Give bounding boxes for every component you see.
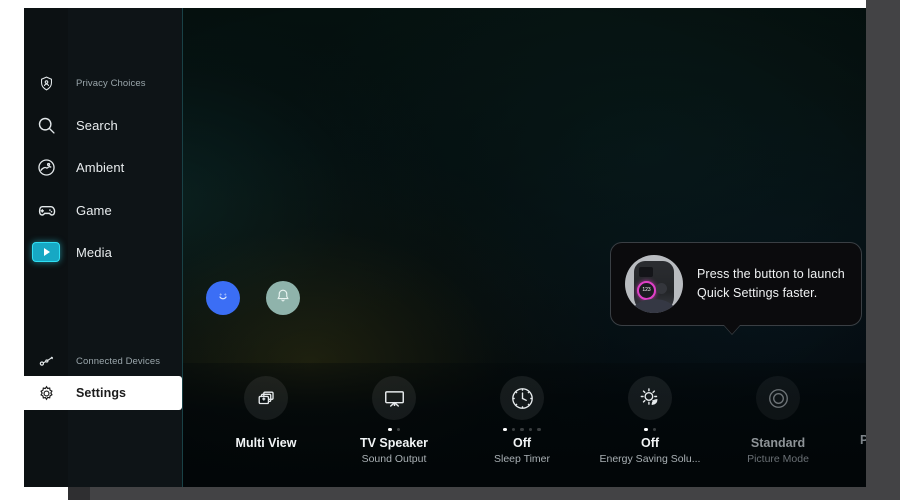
quick-setting-sleep-timer[interactable]: Off Sleep Timer xyxy=(458,376,586,465)
remote-123-button-highlight: 123 xyxy=(637,281,656,300)
page-dot-active xyxy=(388,427,392,432)
page-dot xyxy=(511,427,516,432)
profile-avatar[interactable] xyxy=(206,281,240,315)
page-dot-active xyxy=(644,427,648,432)
bezel-right xyxy=(866,0,900,500)
connected-devices-icon xyxy=(24,352,68,371)
remote-top-panel xyxy=(639,267,653,277)
sidebar-item-search[interactable]: Search xyxy=(24,108,182,142)
remote-power-button xyxy=(656,283,667,294)
page-dot-active xyxy=(503,427,507,432)
page-dot xyxy=(528,427,533,432)
multi-view-icon xyxy=(244,376,288,420)
page-dots xyxy=(644,425,656,434)
page-dots xyxy=(503,425,541,434)
page-dot xyxy=(520,427,524,432)
remote-control-thumbnail-icon: 123 xyxy=(625,255,683,313)
ambient-icon xyxy=(24,157,68,178)
sidebar-item-connected-devices[interactable]: Connected Devices xyxy=(24,344,182,378)
bezel-bottom-left xyxy=(0,487,68,500)
smiley-face-icon xyxy=(214,287,232,310)
media-play-icon xyxy=(24,242,68,262)
sidebar-item-label: Game xyxy=(76,202,112,218)
quick-setting-value: Multi View xyxy=(235,436,297,450)
quick-setting-value: Standard xyxy=(750,436,806,450)
screenshot-root: Privacy Choices Search Ambient Game Medi… xyxy=(0,0,900,500)
quick-setting-sound-output[interactable]: TV Speaker Sound Output xyxy=(330,376,458,465)
bezel-stand-notch xyxy=(68,487,90,500)
bezel-bottom xyxy=(0,487,900,500)
media-badge xyxy=(32,242,60,262)
page-dots xyxy=(388,425,400,434)
quick-setting-caption: Sleep Timer xyxy=(493,453,551,465)
play-triangle-icon xyxy=(44,248,50,256)
sidebar-item-game[interactable]: Game xyxy=(24,193,182,227)
tv-screen: Privacy Choices Search Ambient Game Medi… xyxy=(24,8,866,487)
quick-settings-row: Multi View TV Speaker Sound Output Off S… xyxy=(24,376,866,486)
bell-icon xyxy=(274,287,292,310)
quick-setting-value: TV Speaker xyxy=(359,436,429,450)
quick-setting-value: Off xyxy=(512,436,532,450)
tv-speaker-icon xyxy=(372,376,416,420)
bezel-top xyxy=(24,0,866,8)
clock-icon xyxy=(500,376,544,420)
page-dot xyxy=(652,427,656,432)
sidebar-item-label: Privacy Choices xyxy=(76,77,146,89)
quick-setting-energy-saving[interactable]: Off Energy Saving Solu... xyxy=(586,376,714,465)
sidebar-item-label: Connected Devices xyxy=(76,355,161,367)
privacy-shield-icon xyxy=(24,75,68,92)
game-controller-icon xyxy=(24,199,68,222)
sidebar-item-label: Ambient xyxy=(76,159,125,175)
quick-setting-value: Off xyxy=(640,436,660,450)
quick-setting-picture-mode[interactable]: Standard Picture Mode xyxy=(714,376,842,465)
sidebar-item-ambient[interactable]: Ambient xyxy=(24,150,182,184)
energy-saving-icon xyxy=(628,376,672,420)
sidebar-item-privacy-choices[interactable]: Privacy Choices xyxy=(24,66,182,100)
picture-mode-icon xyxy=(756,376,800,420)
sidebar-item-label: Media xyxy=(76,244,112,260)
remote-123-label: 123 xyxy=(642,287,651,293)
notifications-button[interactable] xyxy=(266,281,300,315)
quick-setting-caption: Energy Saving Solu... xyxy=(599,453,701,465)
quick-setting-multi-view[interactable]: Multi View xyxy=(202,376,330,453)
tooltip-pointer xyxy=(724,325,740,334)
tooltip-text: Press the button to launch Quick Setting… xyxy=(697,266,845,300)
quick-setting-caption: Sound Output xyxy=(361,453,427,465)
sidebar-item-media[interactable]: Media xyxy=(24,235,182,269)
quick-setting-partial-next[interactable]: P xyxy=(860,433,866,447)
page-dot xyxy=(396,427,400,432)
sidebar-item-label: Search xyxy=(76,117,118,133)
search-icon xyxy=(24,115,68,136)
page-dot xyxy=(537,427,541,432)
quick-setting-caption: Picture Mode xyxy=(747,453,809,465)
mid-buttons-row xyxy=(206,281,300,315)
quick-settings-tooltip: 123 Press the button to launch Quick Set… xyxy=(610,242,862,326)
